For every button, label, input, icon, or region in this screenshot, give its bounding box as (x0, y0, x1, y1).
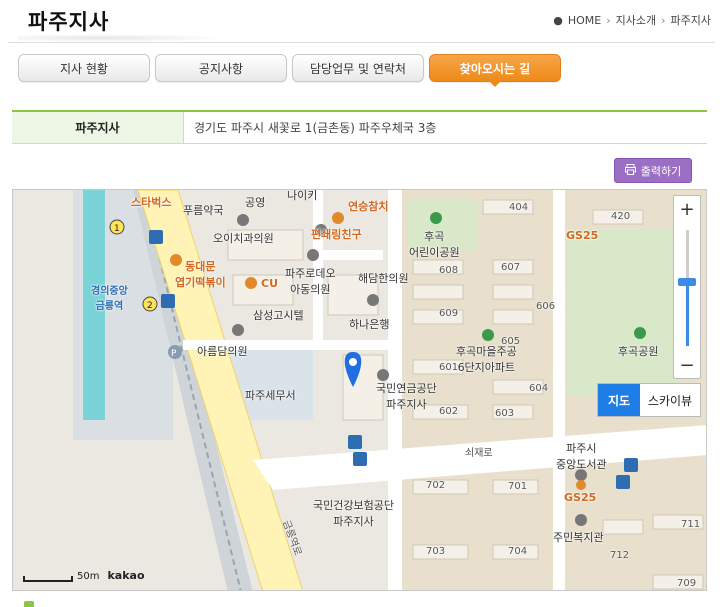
map-building-number: 601 (439, 362, 459, 373)
map-label-samsung-hotel[interactable]: 삼성고시텔 (253, 307, 304, 323)
map-label-welfare[interactable]: 주민복지관 (553, 529, 604, 545)
svg-text:2: 2 (147, 301, 153, 311)
zoom-slider-fill (686, 282, 689, 346)
map-label-dental[interactable]: 오이치과의원 (213, 230, 274, 246)
tab-contacts[interactable]: 담당업무 및 연락처 (292, 54, 424, 82)
map-label-pharmacy[interactable]: 푸름약국 (183, 202, 223, 218)
map-building-number: 712 (610, 550, 630, 561)
map-building-number: 703 (426, 546, 446, 557)
map-building-number: 602 (439, 406, 459, 417)
breadcrumb-home[interactable]: HOME (568, 14, 601, 27)
map-building-number: 702 (426, 480, 446, 491)
scale-bar (23, 576, 73, 582)
zoom-in-button[interactable]: + (674, 196, 700, 222)
map-label-rodeo-clinic[interactable]: 파주로데오 아동의원 (285, 265, 336, 297)
map-building-number: 609 (439, 308, 459, 319)
zoom-control: + − (673, 195, 701, 379)
map-label-gs25-top[interactable]: GS25 (566, 229, 598, 242)
map-label-gs25-bottom[interactable]: GS25 (564, 491, 596, 504)
map-label-nps[interactable]: 국민연금공단 파주지사 (376, 380, 437, 412)
map-building-number: 704 (508, 546, 528, 557)
map-building-number: 605 (501, 336, 521, 347)
map-building-number: 604 (529, 383, 549, 394)
map-scale: 50m kakao (23, 569, 145, 582)
map-label-nike[interactable]: 나이키 (287, 190, 317, 203)
breadcrumb-about[interactable]: 지사소개 (616, 12, 656, 28)
map-building-number: 606 (536, 301, 556, 312)
map-building-number: 607 (501, 262, 521, 273)
breadcrumb-current[interactable]: 파주지사 (671, 12, 711, 28)
scale-text: 50m (77, 571, 100, 582)
page-title: 파주지사 (28, 10, 110, 34)
print-button[interactable]: 출력하기 (614, 158, 692, 183)
tab-branch-status[interactable]: 지사 현황 (18, 54, 150, 82)
print-label: 출력하기 (640, 164, 682, 178)
map-label-tax-office[interactable]: 파주세무서 (245, 387, 296, 403)
map-type-toggle: 지도 스카이뷰 (597, 383, 701, 417)
title-underline (18, 34, 228, 42)
map-building-number: 420 (611, 211, 631, 222)
map-label-nhis[interactable]: 국민건강보험공단 파주지사 (313, 497, 394, 529)
map-label-road-saejae: 쇠재로 (465, 448, 493, 459)
breadcrumb-separator: › (606, 13, 611, 27)
map-type-map-button[interactable]: 지도 (598, 384, 640, 416)
map-building-number: 711 (681, 519, 701, 530)
address-table: 파주지사 경기도 파주시 새꽃로 1(금촌동) 파주우체국 3층 (12, 110, 707, 144)
map-label-gongyeong[interactable]: 공영 (245, 194, 265, 210)
breadcrumb-separator: › (661, 13, 666, 27)
map-label-yeonseung[interactable]: 연승참치 (348, 198, 388, 214)
printer-icon (624, 163, 636, 178)
map-label-hugok-park[interactable]: 후곡공원 (618, 343, 658, 359)
map-label-cu[interactable]: CU (261, 277, 278, 290)
map-label-library[interactable]: 파주시 중앙도서관 (556, 440, 607, 472)
map-label-areumdam[interactable]: 아름담의원 (197, 343, 248, 359)
map-type-skyview-button[interactable]: 스카이뷰 (640, 384, 700, 416)
kakao-logo: kakao (107, 569, 145, 582)
map-label-station[interactable]: 경의중앙 금릉역 (91, 282, 128, 312)
bottom-bullet (24, 601, 34, 607)
zoom-slider-handle[interactable] (678, 278, 696, 287)
breadcrumb: ● HOME › 지사소개 › 파주지사 (553, 12, 711, 28)
map-building-number: 608 (439, 265, 459, 276)
map-label-starbucks[interactable]: 스타벅스 (131, 194, 171, 210)
map-label-haedal[interactable]: 해담한의원 (358, 270, 409, 286)
tab-directions[interactable]: 찾아오시는 길 (429, 54, 561, 87)
svg-text:P: P (171, 349, 177, 359)
map-label-hugok-apt[interactable]: 후곡마을주공 6단지아파트 (456, 343, 517, 375)
map-building-number: 701 (508, 481, 528, 492)
map-building-number: 603 (495, 408, 515, 419)
map-building-number: 709 (677, 578, 697, 589)
zoom-out-button[interactable]: − (674, 352, 700, 378)
map-label-tteokbokki[interactable]: 동대문 엽기떡볶이 (175, 258, 226, 290)
map-building-number: 404 (509, 202, 529, 213)
map-view[interactable]: 1 2 P 스타벅스 푸름약국 공영 나이키 연승참치 오이치과의원 편쇄링친구… (12, 189, 707, 591)
address-label: 파주지사 (12, 112, 184, 143)
map-label-hana-bank[interactable]: 하나은행 (349, 316, 389, 332)
map-label-hugok-kinder-park[interactable]: 후곡 어린이공원 (409, 228, 460, 260)
tab-bar: 지사 현황 공지사항 담당업무 및 연락처 찾아오시는 길 (18, 54, 561, 87)
tab-notices[interactable]: 공지사항 (155, 54, 287, 82)
svg-text:1: 1 (114, 224, 120, 234)
map-label-convenience[interactable]: 편쇄링친구 (311, 226, 362, 242)
breadcrumb-home-icon: ● (553, 13, 563, 27)
header-divider (8, 42, 715, 43)
address-value: 경기도 파주시 새꽃로 1(금촌동) 파주우체국 3층 (194, 121, 437, 135)
